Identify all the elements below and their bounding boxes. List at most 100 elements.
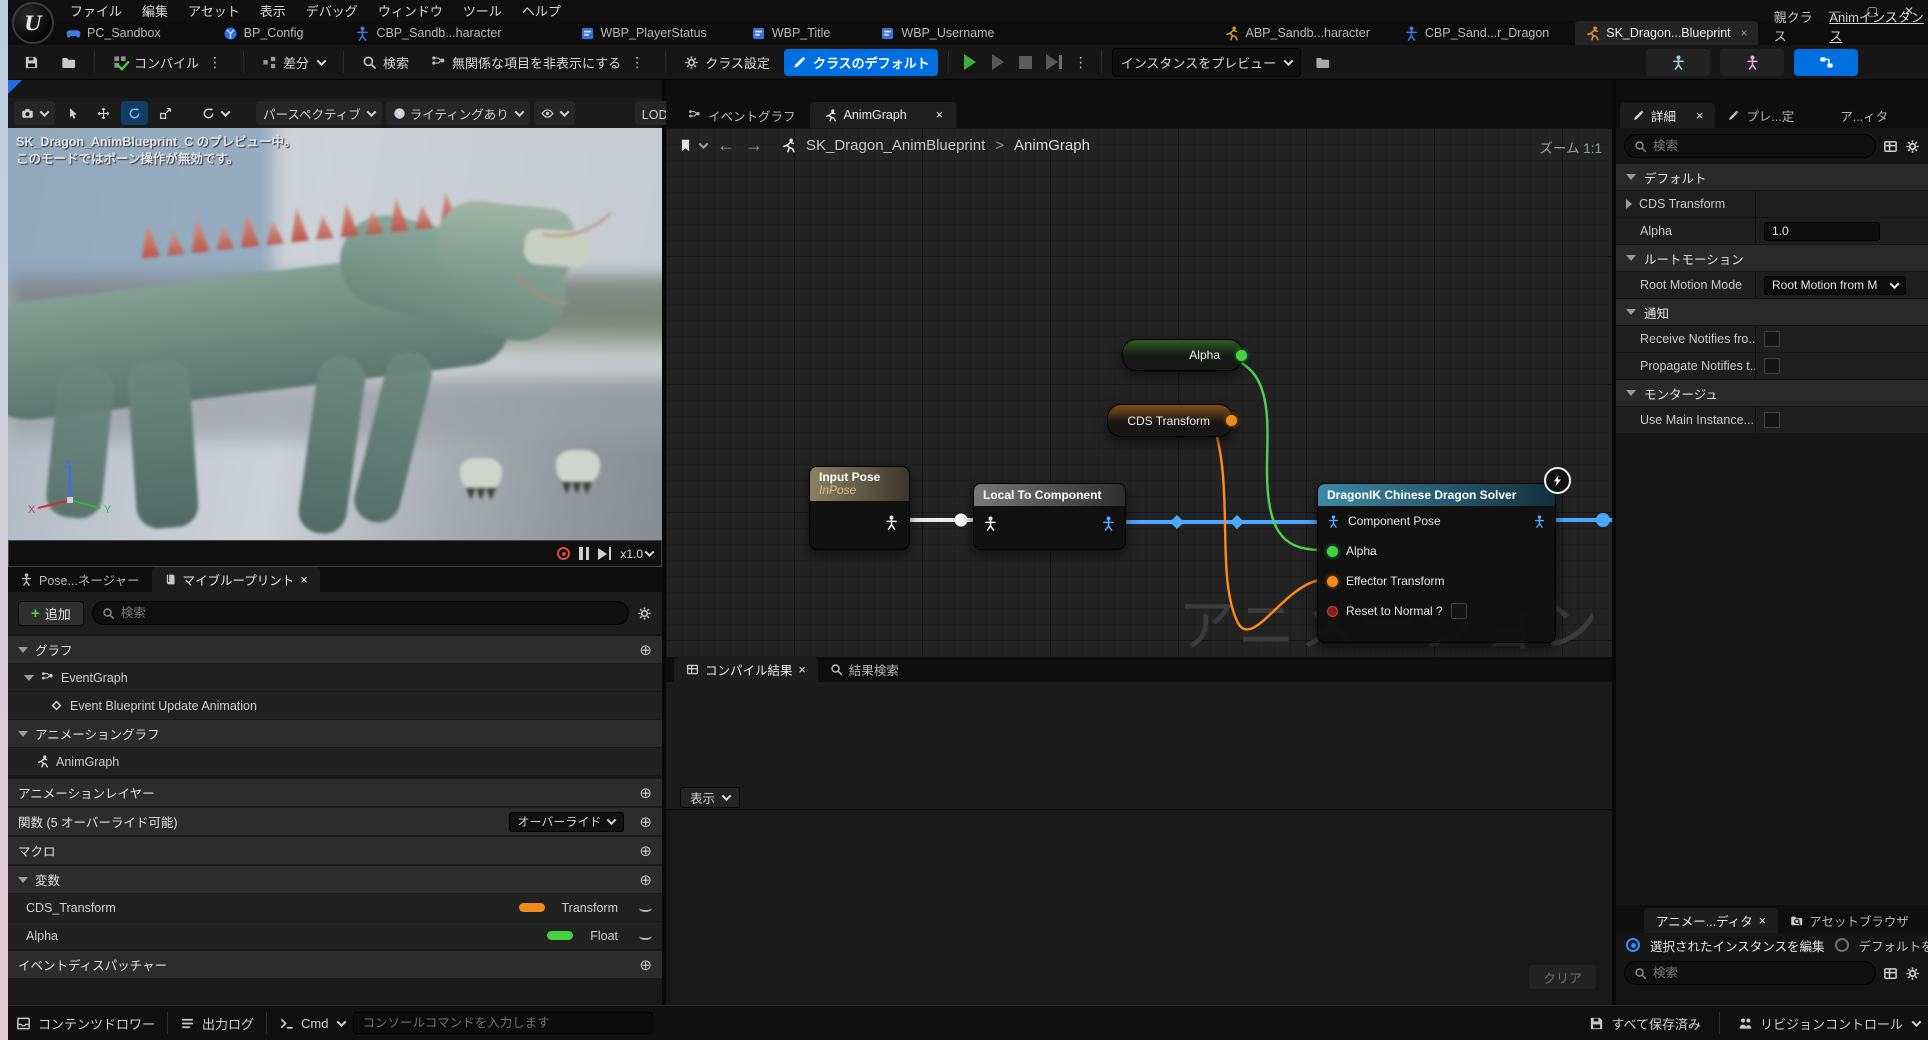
resume-button[interactable] (987, 51, 1009, 73)
animgraph-canvas[interactable]: ← → SK_Dragon_AnimBlueprint > AnimGraph … (666, 128, 1612, 657)
section-notifies[interactable]: 通知 (1616, 299, 1928, 325)
expand-arrow-icon[interactable] (1626, 199, 1632, 209)
tab-details[interactable]: 詳細 × (1620, 103, 1715, 128)
row-receive-notifies[interactable]: Receive Notifies fro... (1616, 326, 1928, 352)
tab-asset-editor[interactable]: ア...ィタ (1828, 103, 1900, 128)
pose-output-pin[interactable] (884, 515, 899, 530)
menu-help[interactable]: ヘルプ (512, 0, 571, 22)
add-macro-icon[interactable]: ⊕ (639, 842, 652, 860)
menu-view[interactable]: 表示 (250, 0, 296, 22)
output-log-button[interactable]: 出力ログ (180, 1014, 254, 1033)
tab-pc-sandbox[interactable]: PC_Sandbox (56, 21, 171, 45)
preview-viewport[interactable]: SK_Dragon_AnimBlueprint_C のプレビュー中。 このモード… (8, 128, 662, 540)
node-cds-transform-getter[interactable]: CDS Transform (1107, 404, 1233, 437)
anim-preview-search[interactable] (1624, 961, 1876, 985)
show-flags-dropdown[interactable] (534, 101, 575, 125)
add-graph-icon[interactable]: ⊕ (639, 641, 652, 659)
node-dragonik-solver[interactable]: DragonIK Chinese Dragon Solver Component… (1317, 483, 1556, 643)
pin-row-alpha[interactable]: Alpha (1318, 536, 1555, 566)
tab-animgraph[interactable]: AnimGraph × (810, 102, 958, 128)
kebab-icon[interactable]: ⋮ (1071, 54, 1091, 71)
edit-selected-radio[interactable] (1626, 938, 1640, 952)
receive-notifies-checkbox[interactable] (1764, 331, 1780, 347)
pin-row-effector-transform[interactable]: Effector Transform (1318, 566, 1555, 596)
skeleton-mode-button[interactable] (1646, 49, 1710, 76)
section-animation-layers[interactable]: アニメーションレイヤー ⊕ (8, 779, 662, 806)
lit-mode-dropdown[interactable]: ライティングあり (386, 101, 530, 125)
section-montage[interactable]: モンタージュ (1616, 380, 1928, 406)
tab-close-icon[interactable]: × (936, 108, 943, 122)
item-eventgraph[interactable]: EventGraph (8, 664, 662, 691)
tab-abp-sandbox-character[interactable]: ABP_Sandb...haracter (1214, 21, 1379, 45)
save-status-button[interactable]: すべて保存済み (1589, 1014, 1701, 1033)
unreal-logo-icon[interactable]: U (12, 2, 54, 44)
row-propagate-notifies[interactable]: Propagate Notifies t... (1616, 353, 1928, 379)
section-event-dispatchers[interactable]: イベントディスパッチャー ⊕ (8, 951, 662, 978)
play-button[interactable] (959, 51, 981, 73)
reset-checkbox[interactable] (1451, 603, 1467, 619)
settings-gear-icon[interactable] (637, 606, 652, 621)
pin-row-component-pose[interactable]: Component Pose (1318, 506, 1555, 536)
transform-output-pin[interactable] (1226, 415, 1237, 426)
tab-close-icon[interactable]: × (1696, 109, 1703, 123)
item-event-blueprint-update-animation[interactable]: Event Blueprint Update Animation (8, 692, 662, 719)
tab-pose-manager[interactable]: Pose...ネージャー (8, 567, 152, 592)
section-default[interactable]: デフォルト (1616, 164, 1928, 190)
pause-icon[interactable] (579, 547, 589, 560)
tab-anim-preview-editor[interactable]: アニメー...ディタ × (1644, 908, 1778, 933)
save-button[interactable] (16, 51, 47, 74)
item-animgraph[interactable]: AnimGraph (8, 748, 662, 775)
alpha-input-pin[interactable] (1327, 546, 1338, 557)
diff-button[interactable]: 差分 (254, 49, 333, 76)
display-filter-icon[interactable] (1883, 966, 1898, 981)
tab-my-blueprint[interactable]: マイブループリント × (152, 567, 320, 592)
section-graphs[interactable]: グラフ ⊕ (8, 636, 662, 663)
tab-wbp-username[interactable]: WBP_Username (870, 21, 1004, 45)
variable-cds-transform[interactable]: CDS_Transform Transform (8, 894, 662, 921)
playback-speed-dropdown[interactable]: x1.0 (620, 547, 653, 561)
parent-class-link[interactable]: Animインスタンス (1829, 7, 1928, 45)
move-tool-button[interactable] (90, 101, 117, 125)
menu-edit[interactable]: 編集 (132, 0, 178, 22)
display-filter-icon[interactable] (1883, 139, 1898, 154)
settings-gear-icon[interactable] (1905, 139, 1920, 154)
skip-button[interactable] (1043, 51, 1065, 73)
menu-file[interactable]: ファイル (60, 0, 132, 22)
section-root-motion[interactable]: ルートモーション (1616, 245, 1928, 271)
tab-event-graph[interactable]: イベントグラフ (674, 102, 810, 128)
node-local-to-component[interactable]: Local To Component (973, 483, 1126, 550)
tab-cbp-sandbox-character[interactable]: CBP_Sandb...haracter (345, 21, 511, 45)
section-animation-graphs[interactable]: アニメーショングラフ (8, 720, 662, 747)
preview-instance-dropdown[interactable]: インスタンスをプレビュー (1112, 48, 1301, 77)
perspective-dropdown[interactable]: パースペクティブ (256, 101, 382, 125)
use-main-instance-checkbox[interactable] (1764, 412, 1780, 428)
select-tool-button[interactable] (59, 101, 86, 125)
stop-button[interactable] (1015, 51, 1037, 73)
step-forward-icon[interactable] (598, 547, 611, 560)
rotation-snap-button[interactable] (195, 101, 236, 125)
tab-close-icon[interactable]: × (300, 573, 307, 587)
clear-button[interactable]: クリア (1529, 965, 1596, 989)
pose-input-pin[interactable] (983, 516, 998, 531)
component-pose-output-pin[interactable] (1101, 516, 1116, 531)
row-alpha[interactable]: Alpha (1616, 218, 1928, 244)
menu-tools[interactable]: ツール (453, 0, 512, 22)
class-settings-button[interactable]: クラス設定 (676, 49, 778, 76)
tab-bp-config[interactable]: BP_Config (213, 21, 314, 45)
browse-asset-button[interactable] (53, 51, 84, 74)
add-button[interactable]: +追加 (18, 601, 84, 626)
browse-instance-button[interactable] (1307, 51, 1338, 74)
visibility-closed-eye-icon[interactable] (639, 932, 652, 940)
record-icon[interactable] (557, 547, 570, 560)
tab-compile-results[interactable]: コンパイル結果 × (674, 657, 818, 682)
find-button[interactable]: 検索 (354, 49, 417, 76)
alpha-value-input[interactable] (1772, 224, 1872, 238)
section-variables[interactable]: 変数 ⊕ (8, 866, 662, 893)
settings-gear-icon[interactable] (1905, 966, 1920, 981)
row-cds-transform[interactable]: CDS Transform (1616, 191, 1928, 217)
menu-window[interactable]: ウィンドウ (368, 0, 453, 22)
tab-find-results[interactable]: 結果検索 (818, 657, 911, 682)
tab-cbp-sand-dragon[interactable]: CBP_Sand...r_Dragon (1394, 21, 1559, 45)
playback-timeline[interactable]: x1.0 (8, 540, 662, 567)
float-output-pin[interactable] (1236, 350, 1247, 361)
